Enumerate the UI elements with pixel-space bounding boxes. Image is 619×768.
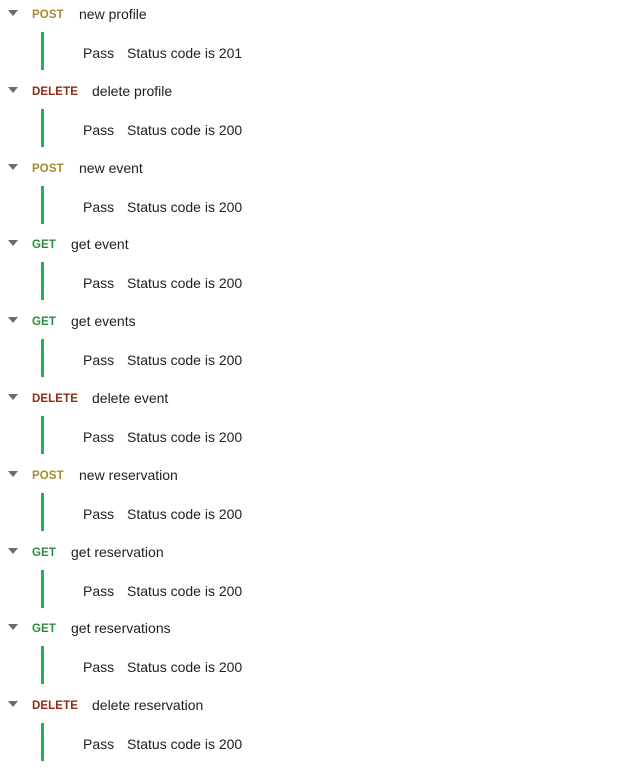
request-header[interactable]: POST new reservation <box>0 461 619 490</box>
request-header[interactable]: GET get event <box>0 230 619 259</box>
request-item: DELETE delete profile Pass Status code i… <box>0 77 619 154</box>
test-result-status: Pass <box>83 121 115 138</box>
request-header[interactable]: GET get reservations <box>0 614 619 643</box>
request-item: POST new event Pass Status code is 200 <box>0 154 619 231</box>
method-badge: DELETE <box>32 392 78 405</box>
chevron-down-icon[interactable] <box>8 10 18 16</box>
request-item: DELETE delete reservation Pass Status co… <box>0 691 619 768</box>
chevron-down-icon[interactable] <box>8 163 18 170</box>
pass-indicator-bar <box>41 262 44 301</box>
pass-indicator-bar <box>41 646 44 685</box>
test-assertion: Status code is 200 <box>127 198 243 215</box>
method-badge: POST <box>32 9 64 21</box>
method-badge: GET <box>32 316 56 329</box>
method-badge: POST <box>32 469 64 482</box>
method-badge: GET <box>32 623 56 636</box>
request-header[interactable]: DELETE delete event <box>0 384 619 413</box>
request-header[interactable]: GET get reservation <box>0 538 619 567</box>
method-badge: GET <box>32 239 56 252</box>
test-assertion: Status code is 201 <box>127 45 243 61</box>
request-name: delete reservation <box>92 697 204 714</box>
method-badge: POST <box>32 162 64 175</box>
test-assertion: Status code is 200 <box>127 121 243 138</box>
test-assertion: Status code is 200 <box>127 736 243 753</box>
method-badge: GET <box>32 546 56 559</box>
pass-indicator-bar <box>41 185 44 224</box>
test-result-status: Pass <box>83 736 115 753</box>
test-result-status: Pass <box>83 275 115 292</box>
chevron-down-icon[interactable] <box>8 470 18 477</box>
request-item: GET get event Pass Status code is 200 <box>0 230 619 307</box>
pass-indicator-bar <box>41 569 44 608</box>
request-header[interactable]: POST new event <box>0 154 619 183</box>
test-assertion: Status code is 200 <box>127 352 243 369</box>
request-name: get event <box>71 236 129 253</box>
chevron-down-icon[interactable] <box>8 547 18 554</box>
test-result-status: Pass <box>83 659 115 676</box>
pass-indicator-bar <box>41 339 44 378</box>
test-result-status: Pass <box>83 582 115 599</box>
request-header[interactable]: POST new profile <box>0 0 619 29</box>
request-name: get reservation <box>71 543 164 560</box>
method-badge: DELETE <box>32 700 78 713</box>
request-name: new event <box>79 159 143 176</box>
test-results-list: POST new profile Pass Status code is 201… <box>0 0 619 768</box>
pass-indicator-bar <box>41 492 44 531</box>
chevron-down-icon[interactable] <box>8 393 18 400</box>
test-result-status: Pass <box>83 505 115 522</box>
request-name: get reservations <box>71 620 171 637</box>
request-name: delete event <box>92 389 169 406</box>
pass-indicator-bar <box>41 32 44 70</box>
request-item: POST new reservation Pass Status code is… <box>0 461 619 538</box>
request-name: get events <box>71 313 136 330</box>
method-badge: DELETE <box>32 85 78 98</box>
test-assertion: Status code is 200 <box>127 582 243 599</box>
test-assertion: Status code is 200 <box>127 428 243 445</box>
chevron-down-icon[interactable] <box>8 317 18 324</box>
request-item: GET get reservation Pass Status code is … <box>0 538 619 615</box>
test-assertion: Status code is 200 <box>127 505 243 522</box>
request-item: GET get reservations Pass Status code is… <box>0 614 619 691</box>
request-header[interactable]: DELETE delete profile <box>0 77 619 106</box>
request-name: delete profile <box>92 82 173 99</box>
test-assertion: Status code is 200 <box>127 275 243 292</box>
request-header[interactable]: DELETE delete reservation <box>0 691 619 720</box>
chevron-down-icon[interactable] <box>8 240 18 247</box>
request-name: new reservation <box>79 466 178 483</box>
pass-indicator-bar <box>41 723 44 762</box>
request-item: GET get events Pass Status code is 200 <box>0 307 619 384</box>
request-item: POST new profile Pass Status code is 201 <box>0 0 619 77</box>
request-item: DELETE delete event Pass Status code is … <box>0 384 619 461</box>
chevron-down-icon[interactable] <box>8 86 18 93</box>
chevron-down-icon[interactable] <box>8 701 18 708</box>
test-result-status: Pass <box>83 352 115 369</box>
test-assertion: Status code is 200 <box>127 659 243 676</box>
test-result-status: Pass <box>83 45 115 61</box>
pass-indicator-bar <box>41 415 44 454</box>
chevron-down-icon[interactable] <box>8 624 18 631</box>
test-result-status: Pass <box>83 428 115 445</box>
pass-indicator-bar <box>41 108 44 147</box>
request-name: new profile <box>79 6 147 22</box>
test-result-status: Pass <box>83 198 115 215</box>
request-header[interactable]: GET get events <box>0 307 619 336</box>
